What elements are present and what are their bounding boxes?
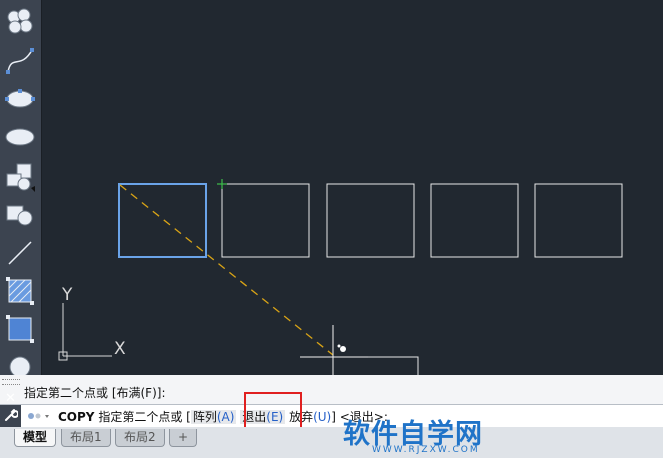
copy-rubber-band-line bbox=[119, 184, 334, 356]
option-array[interactable]: 阵列(A) bbox=[190, 410, 237, 424]
drawing-area[interactable]: Y X bbox=[0, 0, 663, 375]
insert-block-icon[interactable] bbox=[3, 160, 37, 194]
tab-layout1[interactable]: 布局1 bbox=[61, 429, 111, 447]
copied-square[interactable] bbox=[430, 183, 519, 258]
make-block-icon[interactable] bbox=[3, 198, 37, 232]
gradient-icon[interactable] bbox=[3, 312, 37, 346]
ucs-y-label: Y bbox=[61, 285, 73, 305]
watermark-url: WWW.RJZXW.COM bbox=[372, 445, 480, 455]
preview-square bbox=[333, 356, 419, 375]
ellipse-arc-icon[interactable] bbox=[3, 120, 37, 154]
copied-square[interactable] bbox=[326, 183, 415, 258]
copied-square[interactable] bbox=[534, 183, 623, 258]
base-point-marker bbox=[217, 179, 227, 189]
ellipse-icon[interactable] bbox=[3, 82, 37, 116]
hatch-icon[interactable] bbox=[3, 274, 37, 308]
spline-icon[interactable] bbox=[3, 44, 37, 78]
wrench-icon[interactable] bbox=[4, 408, 18, 422]
command-history-text: 指定第二个点或 [布满(F)]: bbox=[24, 386, 166, 400]
panel-grip-handle[interactable] bbox=[2, 379, 20, 385]
command-recent-icon[interactable] bbox=[26, 410, 54, 422]
current-command: COPY bbox=[58, 410, 95, 424]
close-icon[interactable]: ✕ bbox=[5, 391, 16, 406]
copied-square[interactable] bbox=[221, 183, 310, 258]
region-icon[interactable] bbox=[3, 350, 37, 375]
tab-layout2[interactable]: 布局2 bbox=[115, 429, 165, 447]
draw-toolbar bbox=[0, 0, 42, 375]
ucs-icon: Y X bbox=[58, 285, 126, 361]
line-icon[interactable] bbox=[3, 236, 37, 270]
command-prompt: COPY 指定第二个点或 [阵列(A) 退出(E) 放弃(U)] <退出>: bbox=[58, 408, 388, 425]
option-undo-key: (U) bbox=[313, 410, 332, 424]
command-prompt-text: 指定第二个点或 bbox=[98, 410, 183, 424]
option-array-label: 阵列 bbox=[192, 410, 217, 424]
revision-cloud-icon[interactable] bbox=[3, 5, 37, 39]
drawing-canvas[interactable]: Y X bbox=[0, 0, 663, 375]
ucs-x-label: X bbox=[114, 339, 126, 359]
tab-model[interactable]: 模型 bbox=[14, 429, 57, 447]
layout-tab-bar: 模型 布局1 布局2 + bbox=[0, 427, 663, 458]
command-line[interactable]: ✕ COPY 指定第二个点或 [阵列(A) 退出(E) 放弃(U)] <退出>: bbox=[0, 391, 663, 428]
command-line-side-bar: ✕ bbox=[0, 391, 21, 427]
crosshair-cursor bbox=[300, 325, 368, 375]
command-history-panel: 指定第二个点或 [布满(F)]: bbox=[0, 375, 663, 404]
option-array-key: (A) bbox=[216, 410, 235, 424]
add-layout-button[interactable]: + bbox=[169, 429, 198, 447]
